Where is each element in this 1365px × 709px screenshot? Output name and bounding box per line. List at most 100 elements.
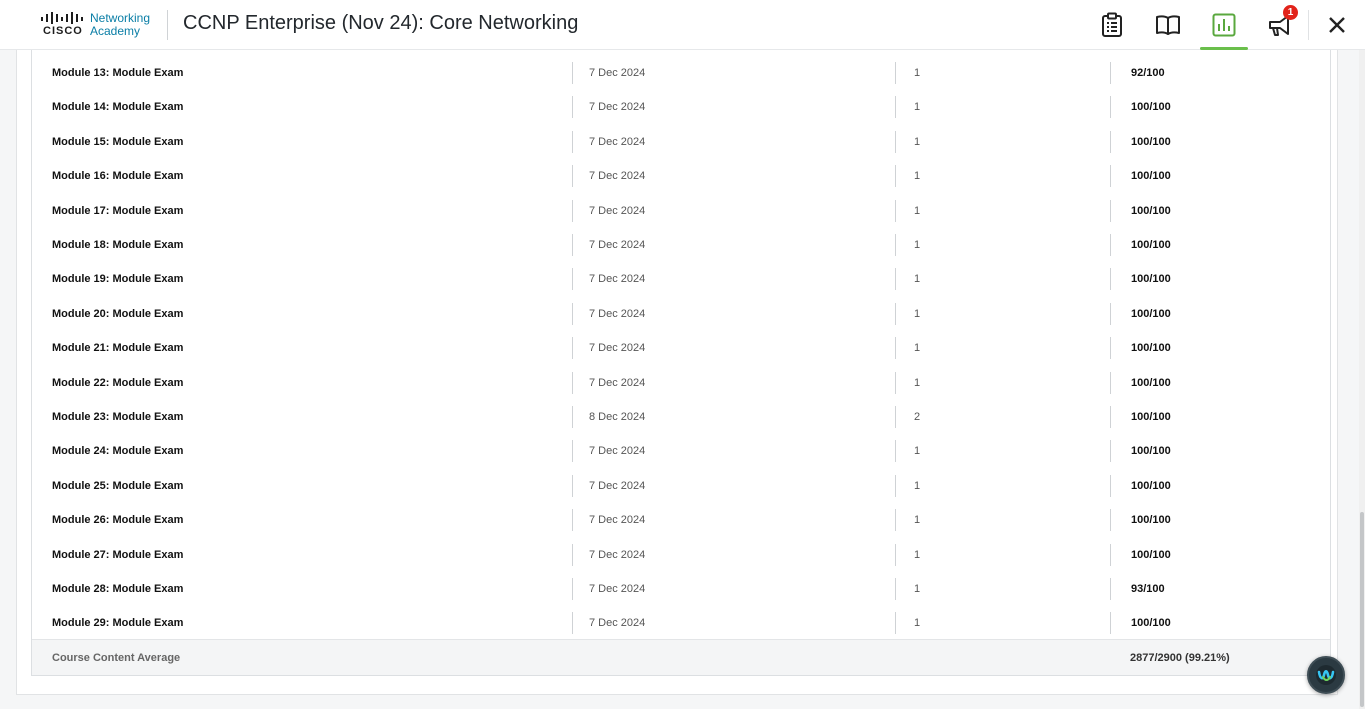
average-value: 2877/2900 (99.21%)	[1130, 652, 1230, 664]
column-divider	[895, 302, 896, 325]
score-value: 100/100	[1131, 617, 1171, 630]
column-divider	[1110, 96, 1111, 119]
attempt-count: 1	[914, 514, 921, 527]
column-divider	[895, 474, 896, 497]
close-icon	[1329, 17, 1345, 33]
column-divider	[1110, 62, 1111, 84]
submission-date: 8 Dec 2024	[589, 411, 646, 423]
grade-row: Module 19: Module Exam 7 Dec 2024 1 100/100	[32, 262, 1330, 296]
course-content-button[interactable]	[1140, 0, 1196, 50]
assessment-name: Module 21: Module Exam	[52, 342, 184, 355]
column-divider	[1110, 578, 1111, 600]
grade-row: Module 21: Module Exam 7 Dec 2024 1 100/100	[32, 331, 1330, 365]
cisco-bars-icon	[41, 12, 83, 24]
grade-row: Module 14: Module Exam 7 Dec 2024 1 100/100	[32, 90, 1330, 124]
column-divider	[1110, 543, 1111, 566]
column-divider	[1110, 130, 1111, 153]
column-divider	[1110, 165, 1111, 188]
grade-row: Module 24: Module Exam 7 Dec 2024 1 100/100	[32, 434, 1330, 468]
grade-row: Module 22: Module Exam 7 Dec 2024 1 100/100	[32, 366, 1330, 400]
assessment-name: Module 13: Module Exam	[52, 67, 184, 79]
column-divider	[1110, 406, 1111, 428]
scrollbar-thumb[interactable]	[1360, 512, 1364, 707]
column-divider	[1110, 337, 1111, 360]
column-divider	[572, 474, 573, 497]
header-toolbar: 1	[1084, 0, 1365, 50]
grade-row: Module 17: Module Exam 7 Dec 2024 1 100/100	[32, 194, 1330, 228]
assessment-name: Module 29: Module Exam	[52, 617, 184, 630]
submission-date: 7 Dec 2024	[589, 617, 646, 630]
attempt-count: 1	[914, 67, 921, 79]
assessment-name: Module 20: Module Exam	[52, 307, 184, 320]
grade-row: Module 13: Module Exam 7 Dec 2024 1 92/100	[32, 56, 1330, 90]
column-divider	[895, 234, 896, 256]
book-icon	[1156, 15, 1180, 35]
assessment-name: Module 24: Module Exam	[52, 445, 184, 458]
column-divider	[1110, 509, 1111, 532]
score-value: 93/100	[1131, 583, 1165, 595]
score-value: 100/100	[1131, 445, 1171, 458]
column-divider	[895, 509, 896, 532]
submission-date: 7 Dec 2024	[589, 239, 646, 251]
notification-badge: 1	[1283, 5, 1298, 20]
submission-date: 7 Dec 2024	[589, 514, 646, 527]
score-value: 100/100	[1131, 101, 1171, 114]
webex-icon	[1316, 665, 1336, 685]
gradebook-button[interactable]	[1196, 0, 1252, 50]
networking-academy-logo[interactable]: CISCO Networking Academy	[40, 9, 160, 41]
attempt-count: 1	[914, 135, 921, 148]
grade-row: Module 26: Module Exam 7 Dec 2024 1 100/100	[32, 503, 1330, 537]
score-value: 100/100	[1131, 273, 1171, 286]
column-divider	[895, 578, 896, 600]
submission-date: 7 Dec 2024	[589, 273, 646, 286]
submission-date: 7 Dec 2024	[589, 204, 646, 217]
submission-date: 7 Dec 2024	[589, 583, 646, 595]
header-divider	[167, 10, 168, 40]
grade-row: Module 18: Module Exam 7 Dec 2024 1 100/100	[32, 228, 1330, 262]
assessment-name: Module 22: Module Exam	[52, 376, 184, 389]
attempt-count: 2	[914, 411, 921, 423]
column-divider	[572, 440, 573, 463]
assessment-name: Module 15: Module Exam	[52, 135, 184, 148]
attempt-count: 1	[914, 445, 921, 458]
score-value: 100/100	[1131, 342, 1171, 355]
submission-date: 7 Dec 2024	[589, 342, 646, 355]
grades-table: Module 29: Module Exam 7 Dec 2024 1 100/100…	[31, 50, 1331, 676]
column-divider	[572, 302, 573, 325]
close-button[interactable]	[1309, 0, 1365, 50]
attempt-count: 1	[914, 342, 921, 355]
cisco-wordmark: CISCO	[43, 25, 83, 37]
average-label: Course Content Average	[52, 652, 181, 664]
grade-row: Module 27: Module Exam 7 Dec 2024 1 100/100	[32, 538, 1330, 572]
attempt-count: 1	[914, 101, 921, 114]
submission-date: 7 Dec 2024	[589, 548, 646, 561]
score-value: 100/100	[1131, 411, 1171, 423]
column-divider	[572, 96, 573, 119]
column-divider	[1110, 302, 1111, 325]
attempt-count: 1	[914, 376, 921, 389]
resources-button[interactable]	[1084, 0, 1140, 50]
column-divider	[895, 130, 896, 153]
top-header: CISCO Networking Academy CCNP Enterprise…	[0, 0, 1365, 50]
webex-launcher-button[interactable]	[1307, 656, 1345, 694]
submission-date: 7 Dec 2024	[589, 135, 646, 148]
column-divider	[572, 509, 573, 532]
assessment-name: Module 27: Module Exam	[52, 548, 184, 561]
grade-row: Module 23: Module Exam 8 Dec 2024 2 100/100	[32, 400, 1330, 434]
score-value: 100/100	[1131, 479, 1171, 492]
column-divider	[1110, 474, 1111, 497]
cisco-logo-mark: CISCO	[40, 10, 84, 40]
score-value: 100/100	[1131, 307, 1171, 320]
column-divider	[572, 234, 573, 256]
bar-chart-icon	[1212, 13, 1236, 37]
score-value: 100/100	[1131, 204, 1171, 217]
column-divider	[572, 165, 573, 188]
attempt-count: 1	[914, 479, 921, 492]
submission-date: 7 Dec 2024	[589, 479, 646, 492]
column-divider	[572, 578, 573, 600]
gradebook-panel: Module 29: Module Exam 7 Dec 2024 1 100/100…	[16, 50, 1338, 695]
column-divider	[572, 199, 573, 222]
course-average-row: Course Content Average 2877/2900 (99.21%…	[32, 639, 1330, 675]
column-divider	[572, 371, 573, 394]
announcements-button[interactable]: 1	[1252, 0, 1308, 50]
